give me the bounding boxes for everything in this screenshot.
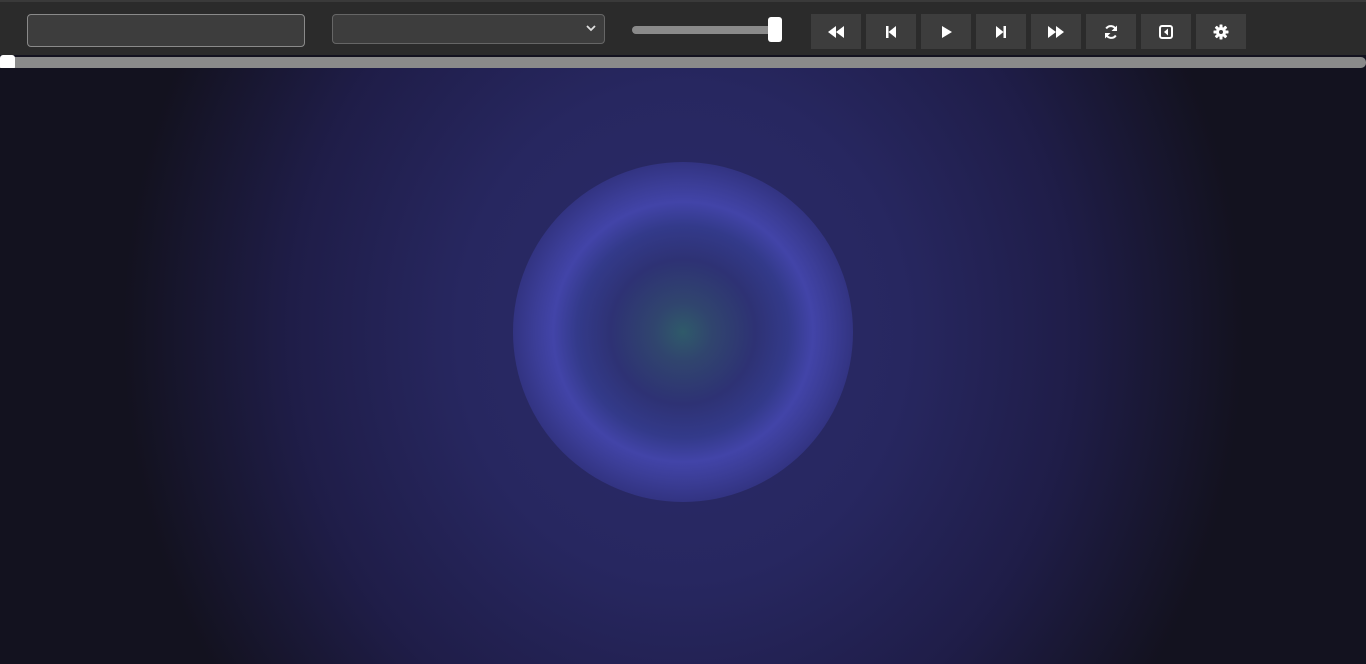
play-icon [942,25,952,38]
collapse-left-icon [1159,24,1173,39]
chevron-down-icon [586,25,596,32]
play-button[interactable] [921,14,971,49]
glowing-orb [513,162,853,502]
fast-forward-icon [1048,25,1064,38]
gear-icon [1213,24,1229,39]
speed-slider[interactable] [632,26,782,34]
skip-forward-icon [996,25,1006,38]
refresh-icon [1105,24,1117,39]
toolbar [0,0,1366,55]
settings-button[interactable] [1196,14,1246,49]
fast-backward-icon [828,25,844,38]
text-input[interactable] [27,14,305,47]
visualization-canvas[interactable] [0,68,1366,664]
fast-forward-button[interactable] [1031,14,1081,49]
speed-slider-thumb[interactable] [768,17,782,42]
collapse-button[interactable] [1141,14,1191,49]
timeline-scrubber[interactable] [0,57,1366,68]
previous-button[interactable] [866,14,916,49]
next-button[interactable] [976,14,1026,49]
rewind-button[interactable] [811,14,861,49]
refresh-button[interactable] [1086,14,1136,49]
skip-back-icon [886,25,896,38]
preset-select[interactable] [332,14,605,44]
